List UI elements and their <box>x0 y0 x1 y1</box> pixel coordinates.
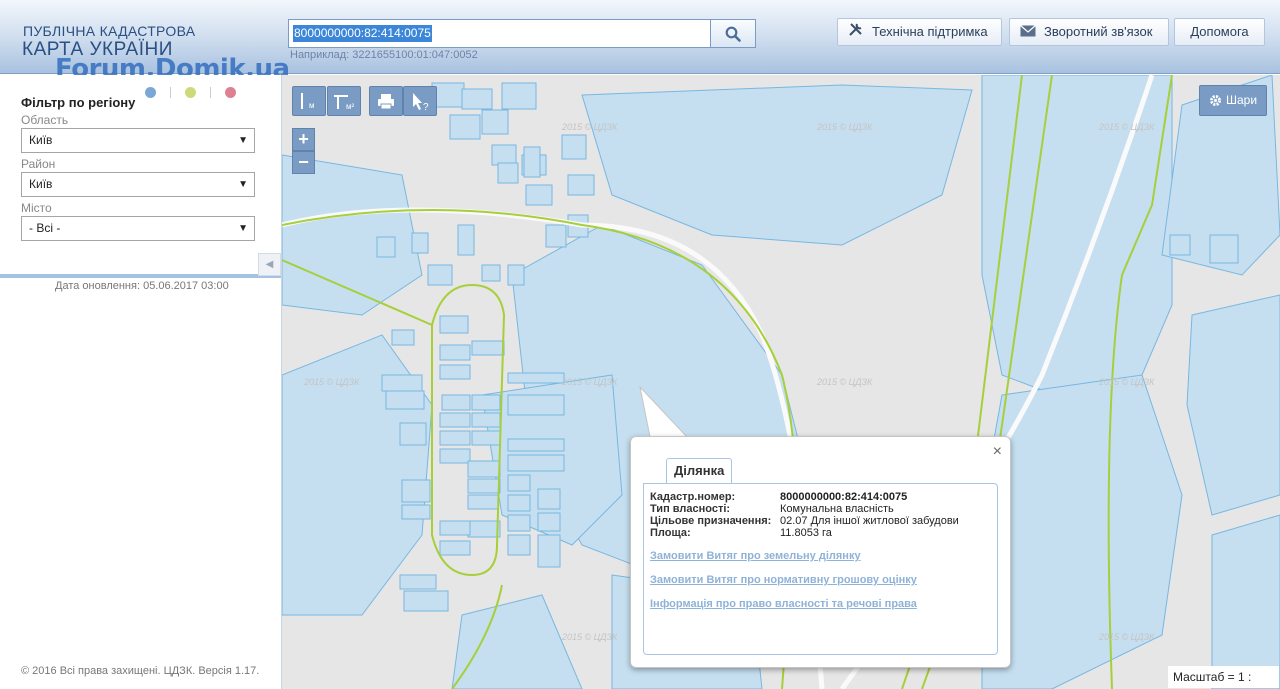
map-watermark: 2015 © ЦДЗК <box>1099 122 1155 132</box>
parcel-far-right-3 <box>1211 514 1280 689</box>
field-value: Комунальна власність <box>780 503 894 515</box>
field-value: 11.8053 га <box>780 527 832 539</box>
help-button[interactable]: Допомога <box>1174 18 1265 46</box>
update-date: Дата оновлення: 05.06.2017 03:00 <box>55 280 229 292</box>
tools-icon <box>848 20 864 46</box>
ownership-info-link[interactable]: Інформація про право власності та речові… <box>650 598 917 610</box>
order-valuation-extract-link[interactable]: Замовити Витяг про нормативну грошову оц… <box>650 574 917 586</box>
dot-divider <box>170 87 171 98</box>
search-input-value: 8000000000:82:414:0075 <box>293 25 432 42</box>
sidebar: Фільтр по регіону Область Київ ▼ Район К… <box>0 75 282 689</box>
city-select[interactable]: - Всі - ▼ <box>21 216 255 241</box>
header: ПУБЛІЧНА КАДАСТРОВА КАРТА УКРАЇНИ Forum.… <box>0 0 1280 84</box>
map-watermark: 2015 © ЦДЗК <box>1099 632 1155 642</box>
layers-label: Шари <box>1226 93 1258 107</box>
region-filter-panel: Фільтр по регіону Область Київ ▼ Район К… <box>0 75 281 278</box>
rayon-select[interactable]: Київ ▼ <box>21 172 255 197</box>
search-bar: 8000000000:82:414:0075 <box>288 19 756 49</box>
layers-button[interactable]: Шари <box>1199 85 1267 116</box>
collapse-arrow-icon: ◀ <box>265 259 274 270</box>
field-key: Кадастр.номер: <box>650 491 736 503</box>
svg-text:м: м <box>309 101 315 110</box>
tab-parcel[interactable]: Ділянка <box>666 458 733 483</box>
city-select-value: - Всі - <box>29 221 61 235</box>
search-hint: Наприклад: 3221655100:01:047:0052 <box>290 49 478 61</box>
svg-text:?: ? <box>423 102 429 113</box>
measure-distance-button[interactable]: м <box>292 86 326 116</box>
map-watermark: 2015 © ЦДЗК <box>1099 377 1155 387</box>
oblast-label: Область <box>21 113 69 127</box>
feedback-label: Зворотний зв'язок <box>1044 24 1153 39</box>
map-watermark: 2015 © ЦДЗК <box>562 632 618 642</box>
feedback-button[interactable]: Зворотний зв'язок <box>1009 18 1169 46</box>
collapse-sidebar-button[interactable]: ◀ <box>258 253 281 276</box>
map-watermark: 2015 © ЦДЗК <box>562 377 618 387</box>
dropdown-arrow-icon: ▼ <box>238 135 248 146</box>
oblast-select[interactable]: Київ ▼ <box>21 128 255 153</box>
map-watermark: 2015 © ЦДЗК <box>817 122 873 132</box>
envelope-icon <box>1020 20 1036 46</box>
blue-dot-icon[interactable] <box>145 87 156 98</box>
svg-text:м²: м² <box>346 102 355 111</box>
ruler-area-icon: м² <box>334 95 355 111</box>
map-watermark: 2015 © ЦДЗК <box>304 377 360 387</box>
logo-line1: ПУБЛІЧНА КАДАСТРОВА <box>23 23 196 39</box>
zoom-in-button[interactable]: + <box>292 128 315 151</box>
tech-support-label: Технічна підтримка <box>872 24 988 39</box>
rayon-select-value: Київ <box>29 177 53 191</box>
search-icon <box>725 26 741 42</box>
identify-button[interactable]: ? <box>403 86 437 116</box>
zoom-out-button[interactable]: − <box>292 151 315 174</box>
popup-body: Кадастр.номер: 8000000000:82:414:0075 Ти… <box>643 483 998 655</box>
parcel-far-right-2 <box>1186 294 1280 516</box>
parcel-bottom-left <box>451 594 583 689</box>
parcel-info-popup: × Ділянка Кадастр.номер: 8000000000:82:4… <box>630 436 1011 668</box>
close-icon[interactable]: × <box>993 443 1002 461</box>
city-label: Місто <box>21 201 52 215</box>
cursor-question-icon: ? <box>413 93 429 113</box>
measure-area-button[interactable]: м² <box>327 86 361 116</box>
ruler-distance-icon: м <box>301 93 315 110</box>
search-input[interactable]: 8000000000:82:414:0075 <box>288 19 711 48</box>
dropdown-arrow-icon: ▼ <box>238 179 248 190</box>
dot-divider <box>210 87 211 98</box>
field-key: Тип власності: <box>650 503 731 515</box>
field-key: Цільове призначення: <box>650 515 772 527</box>
gear-icon <box>1210 95 1221 106</box>
scale-indicator: Масштаб = 1 : 8531 <box>1168 666 1279 688</box>
copyright: © 2016 Всі права захищені. ЦДЗК. Версія … <box>21 665 260 677</box>
oblast-select-value: Київ <box>29 133 53 147</box>
yellow-dot-icon[interactable] <box>185 87 196 98</box>
search-button[interactable] <box>711 19 756 48</box>
printer-icon <box>378 94 394 110</box>
print-button[interactable] <box>369 86 403 116</box>
red-dot-icon[interactable] <box>225 87 236 98</box>
map-watermark: 2015 © ЦДЗК <box>817 377 873 387</box>
order-land-extract-link[interactable]: Замовити Витяг про земельну ділянку <box>650 550 861 562</box>
map-canvas[interactable]: 2015 © ЦДЗК 2015 © ЦДЗК 2015 © ЦДЗК 2015… <box>282 75 1280 689</box>
filter-title: Фільтр по регіону <box>21 95 136 110</box>
parcel-top-band <box>581 84 973 246</box>
rayon-label: Район <box>21 157 56 171</box>
tech-support-button[interactable]: Технічна підтримка <box>837 18 1002 46</box>
field-value: 02.07 Для іншої житлової забудови <box>780 515 959 527</box>
dropdown-arrow-icon: ▼ <box>238 223 248 234</box>
map-watermark: 2015 © ЦДЗК <box>562 122 618 132</box>
field-key: Площа: <box>650 527 691 539</box>
field-value: 8000000000:82:414:0075 <box>780 491 908 503</box>
